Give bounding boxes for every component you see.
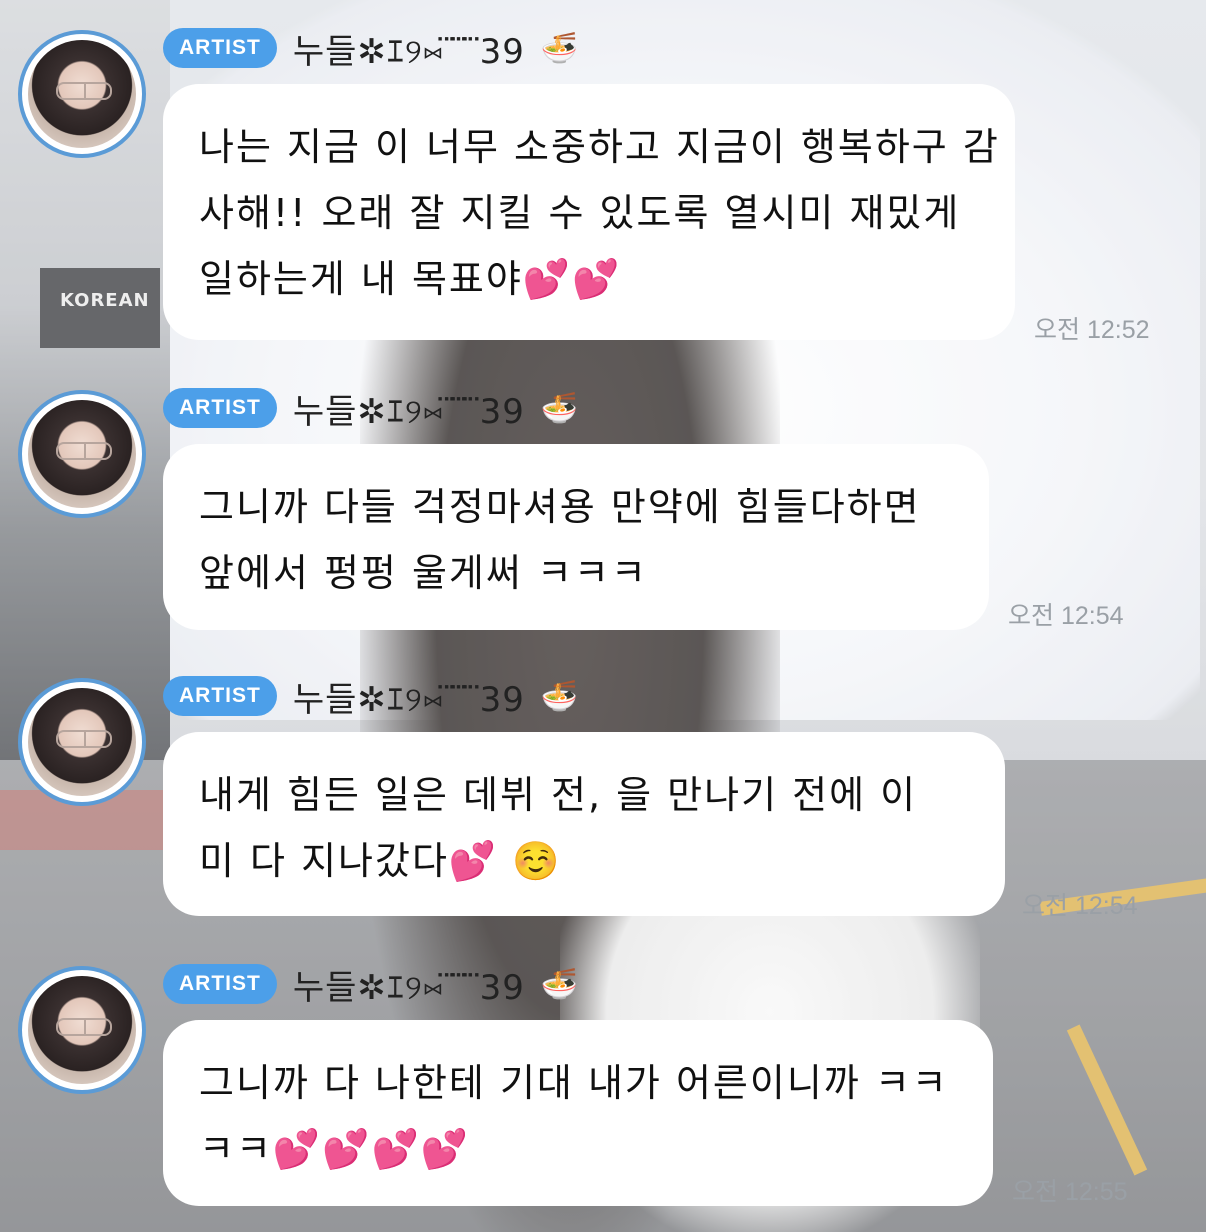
message-line: 사해!! 오래 잘 지킬 수 있도록 열시미 재밌게: [199, 191, 961, 235]
sender-name[interactable]: 누들✲ｴ୨⑅ ⃛ ⃛ ⃛39: [293, 672, 525, 721]
message-line: 미 다 지나갔다💕 ☺️: [199, 839, 562, 883]
artist-badge: ARTIST: [163, 964, 277, 1004]
message-header: ARTIST 누들✲ｴ୨⑅ ⃛ ⃛ ⃛39 🍜: [163, 24, 579, 73]
message-line: 그니까 다 나한테 기대 내가 어른이니까 ㅋㅋ: [199, 1061, 949, 1105]
message-line: ㅋㅋ💕💕💕💕: [199, 1127, 471, 1171]
message-header: ARTIST 누들✲ｴ୨⑅ ⃛ ⃛ ⃛39 🍜: [163, 672, 579, 721]
avatar[interactable]: [18, 390, 146, 518]
sender-name[interactable]: 누들✲ｴ୨⑅ ⃛ ⃛ ⃛39: [293, 24, 525, 73]
avatar[interactable]: [18, 30, 146, 158]
message-bubble[interactable]: 나는 지금 이 너무 소중하고 지금이 행복하구 감 사해!! 오래 잘 지킬 …: [163, 84, 1015, 340]
message-bubble[interactable]: 그니까 다 나한테 기대 내가 어른이니까 ㅋㅋ ㅋㅋ💕💕💕💕: [163, 1020, 993, 1206]
message-bubble[interactable]: 그니까 다들 걱정마셔용 만약에 힘들다하면 앞에서 펑펑 울게써 ㅋㅋㅋ: [163, 444, 989, 630]
message-bubble[interactable]: 내게 힘든 일은 데뷔 전, 을 만나기 전에 이 미 다 지나갔다💕 ☺️: [163, 732, 1005, 916]
message-timestamp: 오전 12:52: [1034, 316, 1150, 344]
artist-badge: ARTIST: [163, 388, 277, 428]
message-line: 내게 힘든 일은 데뷔 전, 을 만나기 전에 이: [199, 773, 918, 817]
noodle-bowl-icon: 🍜: [540, 30, 579, 66]
message-header: ARTIST 누들✲ｴ୨⑅ ⃛ ⃛ ⃛39 🍜: [163, 384, 579, 433]
message-timestamp: 오전 12:54: [1022, 892, 1138, 920]
message-timestamp: 오전 12:55: [1012, 1178, 1128, 1206]
message-line: 나는 지금 이 너무 소중하고 지금이 행복하구 감: [199, 125, 1000, 169]
artist-badge: ARTIST: [163, 676, 277, 716]
message-timestamp: 오전 12:54: [1008, 602, 1124, 630]
sender-name[interactable]: 누들✲ｴ୨⑅ ⃛ ⃛ ⃛39: [293, 960, 525, 1009]
avatar[interactable]: [18, 966, 146, 1094]
avatar[interactable]: [18, 678, 146, 806]
message-header: ARTIST 누들✲ｴ୨⑅ ⃛ ⃛ ⃛39 🍜: [163, 960, 579, 1009]
artist-badge: ARTIST: [163, 28, 277, 68]
noodle-bowl-icon: 🍜: [540, 390, 579, 426]
sender-name[interactable]: 누들✲ｴ୨⑅ ⃛ ⃛ ⃛39: [293, 384, 525, 433]
message-line: 일하는게 내 목표야💕💕: [199, 257, 622, 301]
noodle-bowl-icon: 🍜: [540, 966, 579, 1002]
noodle-bowl-icon: 🍜: [540, 678, 579, 714]
message-line: 그니까 다들 걱정마셔용 만약에 힘들다하면: [199, 485, 921, 529]
message-line: 앞에서 펑펑 울게써 ㅋㅋㅋ: [199, 551, 648, 595]
